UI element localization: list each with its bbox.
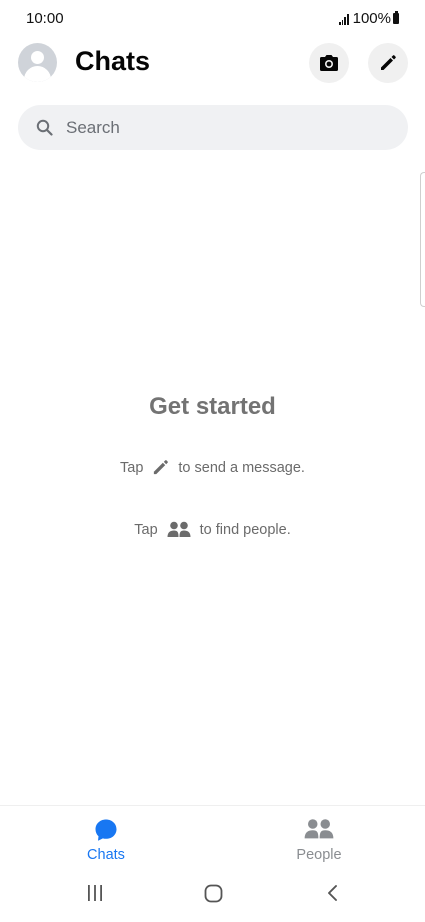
people-icon [167, 521, 191, 538]
battery-percent: 100% [352, 10, 391, 27]
pencil-icon [381, 55, 396, 70]
bottom-nav: Chats People [0, 805, 425, 867]
compose-button[interactable] [368, 43, 408, 83]
system-nav-bar [0, 870, 425, 922]
people-hint: Tap to find people. [0, 521, 425, 538]
people-hint-prefix: Tap [134, 521, 158, 538]
people-hint-suffix: to find people. [199, 521, 291, 538]
camera-button[interactable] [309, 43, 349, 83]
scrollbar-handle[interactable] [420, 172, 425, 307]
avatar[interactable] [18, 43, 57, 82]
chat-bubble-icon [95, 819, 117, 841]
back-button[interactable] [326, 884, 340, 907]
home-icon [204, 884, 223, 903]
compose-hint-suffix: to send a message. [178, 459, 305, 476]
empty-state-title: Get started [149, 393, 276, 420]
signal-icon [339, 13, 349, 25]
status-indicators: 100% [339, 10, 399, 27]
status-time: 10:00 [26, 10, 64, 27]
tab-people-label: People [296, 847, 342, 863]
compose-hint: Tap to send a message. [0, 459, 425, 476]
camera-icon [320, 55, 338, 71]
tab-chats[interactable]: Chats [0, 806, 212, 868]
people-icon [304, 819, 334, 839]
tab-people[interactable]: People [213, 806, 425, 868]
battery-icon [393, 11, 399, 24]
pencil-icon [152, 459, 169, 476]
status-bar: 10:00 100% [0, 0, 425, 36]
compose-hint-prefix: Tap [120, 459, 144, 476]
app-header: Chats [0, 40, 425, 90]
back-icon [328, 885, 337, 901]
tab-chats-label: Chats [87, 847, 125, 863]
search-icon [36, 119, 53, 136]
recent-apps-icon [88, 885, 102, 901]
search-bar[interactable] [18, 105, 408, 150]
search-input[interactable] [66, 105, 386, 150]
home-button[interactable] [204, 884, 223, 908]
recent-apps-button[interactable] [86, 884, 104, 907]
page-title: Chats [75, 46, 151, 76]
